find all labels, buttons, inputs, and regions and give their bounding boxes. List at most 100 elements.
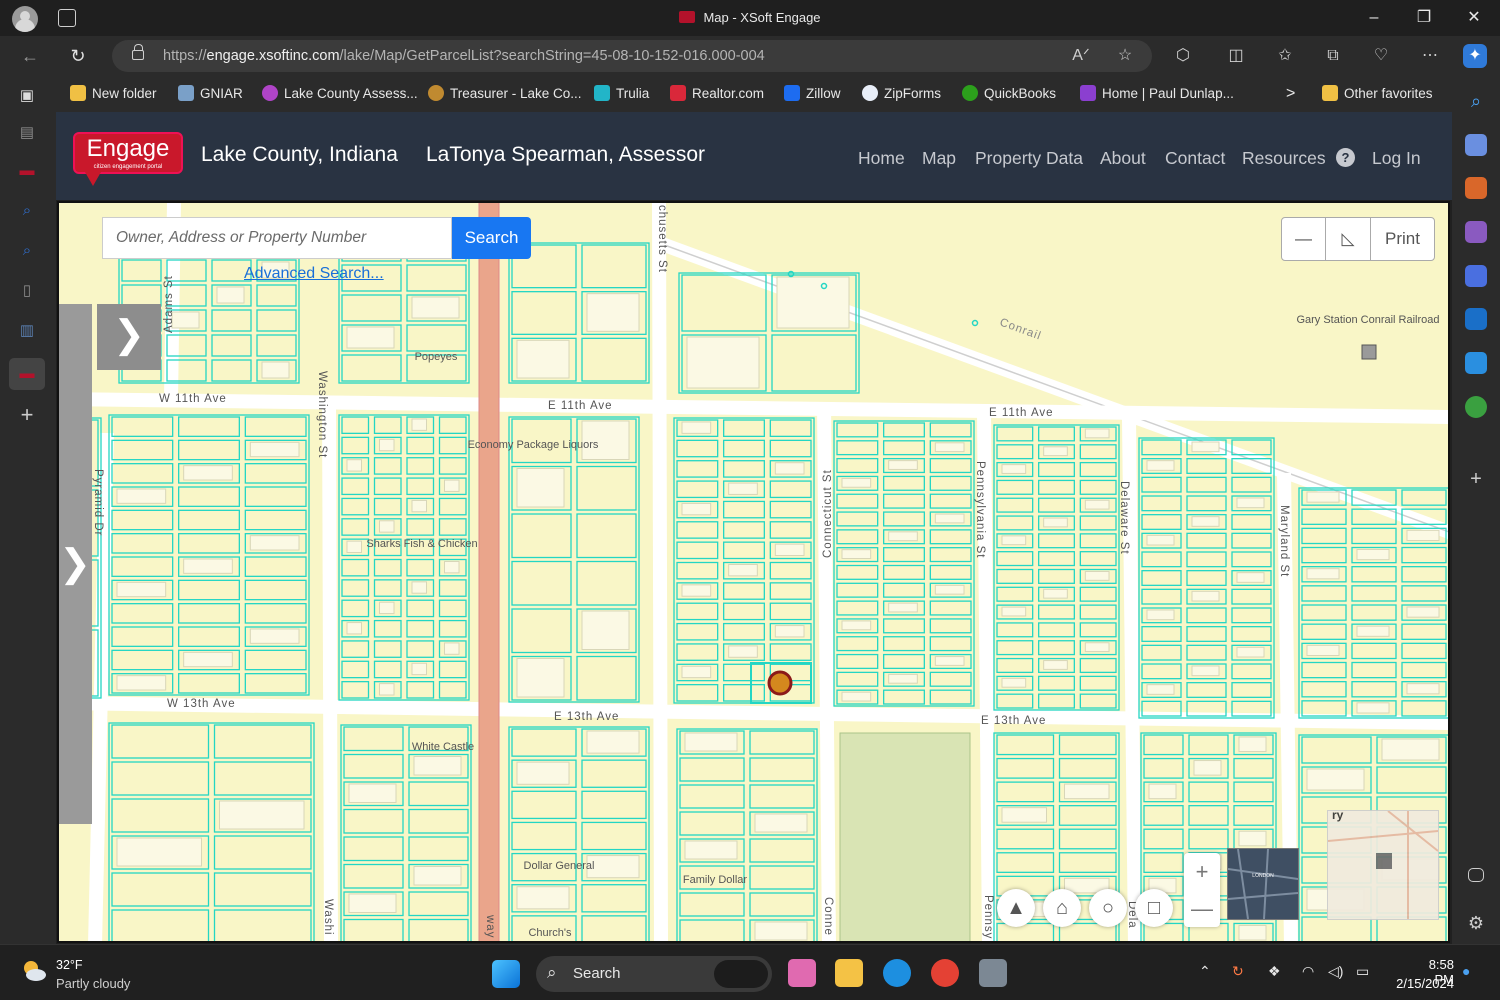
fav-lake-county-assessor[interactable]: Lake County Assess... (262, 84, 418, 104)
fav-new-folder[interactable]: New folder (70, 84, 157, 104)
building-footprint (346, 459, 362, 472)
restore-icon[interactable]: ❐ (1414, 8, 1434, 28)
side-panel-toggle[interactable]: ❯ (59, 304, 92, 824)
favorites-icon[interactable]: ✩ (1273, 44, 1297, 68)
circle-select-icon[interactable]: ○ (1089, 889, 1127, 927)
more-menu-icon[interactable]: ⋯ (1418, 44, 1442, 68)
chrome-taskbar-icon[interactable] (931, 959, 959, 987)
file-explorer-icon[interactable] (835, 959, 863, 987)
nav-resources[interactable]: Resources (1242, 148, 1326, 169)
building-footprint (219, 800, 305, 830)
search-button[interactable]: Search (452, 217, 531, 259)
close-icon[interactable]: ✕ (1464, 8, 1484, 28)
tools-icon[interactable] (1465, 177, 1487, 199)
parcel-location-marker[interactable] (767, 670, 793, 696)
search-tab-icon-2[interactable]: ⌕ (16, 240, 38, 262)
building-footprint (346, 622, 362, 635)
sync-icon[interactable]: ↻ (1232, 963, 1244, 980)
wifi-icon[interactable]: ◠ (1302, 963, 1314, 980)
add-sidebar-app-icon[interactable]: + (1465, 468, 1487, 490)
nav-contact[interactable]: Contact (1165, 148, 1225, 169)
copilot-taskbar-icon[interactable] (788, 959, 816, 987)
fav-other-favorites[interactable]: Other favorites (1322, 84, 1433, 104)
nav-home[interactable]: Home (858, 148, 905, 169)
nav-property-data[interactable]: Property Data (975, 148, 1083, 169)
layers-panel-toggle[interactable]: ❯ (97, 304, 161, 370)
browser-essentials-icon[interactable]: ♡ (1369, 44, 1393, 68)
games-icon[interactable] (1465, 221, 1487, 243)
outlook-icon[interactable] (1465, 308, 1487, 330)
building-footprint (1306, 568, 1340, 580)
building-tab-icon[interactable]: ▥ (16, 320, 38, 342)
compass-icon[interactable]: ▲ (997, 889, 1035, 927)
favorite-star-icon[interactable]: ☆ (1113, 44, 1137, 68)
windows-start-icon[interactable] (492, 960, 520, 988)
sidebar-toggle-icon[interactable]: ▣ (16, 85, 38, 107)
fav-trulia[interactable]: Trulia (594, 84, 649, 104)
rectangle-select-icon[interactable]: □ (1135, 889, 1173, 927)
collections-icon[interactable]: ⧉ (1321, 44, 1345, 68)
edge-taskbar-icon[interactable] (883, 959, 911, 987)
copilot-side-icon[interactable] (1465, 265, 1487, 287)
place-family-dollar: Family Dollar (683, 874, 748, 886)
minimize-icon[interactable]: – (1364, 8, 1384, 28)
refresh-icon[interactable]: ↻ (66, 44, 90, 68)
fav-realtor[interactable]: Realtor.com (670, 84, 764, 104)
fav-zillow[interactable]: Zillow (784, 84, 841, 104)
extensions-icon[interactable]: ⬡ (1171, 44, 1195, 68)
chevron-right-icon[interactable]: > (1286, 84, 1295, 104)
url-field[interactable]: https://engage.xsoftinc.com/lake/Map/Get… (112, 40, 1152, 72)
tree-icon[interactable] (1465, 396, 1487, 418)
dropbox-icon[interactable]: ❖ (1268, 963, 1281, 980)
nav-log-in[interactable]: Log In (1372, 148, 1421, 169)
zoom-out-button[interactable]: — (1184, 890, 1220, 927)
zoom-in-button[interactable]: + (1184, 853, 1220, 890)
read-aloud-icon[interactable]: Aᐟ (1069, 44, 1093, 68)
battery-icon[interactable]: ▭ (1356, 963, 1369, 980)
tray-chevron-icon[interactable]: ⌃ (1199, 963, 1211, 980)
copilot-icon[interactable]: ✦ (1463, 44, 1487, 68)
nav-map[interactable]: Map (922, 148, 956, 169)
building-footprint (888, 531, 918, 542)
fav-quickbooks[interactable]: QuickBooks (962, 84, 1056, 104)
engage-tab-icon[interactable]: ▬ (16, 160, 38, 182)
active-engage-tab-icon[interactable]: ▬ (9, 358, 45, 390)
fav-gniar[interactable]: GNIAR (178, 84, 243, 104)
clock-date[interactable]: 2/15/2024 (1380, 976, 1454, 991)
settings-gear-icon[interactable]: ⚙ (1465, 912, 1487, 934)
new-tab-plus-icon[interactable]: + (16, 404, 38, 426)
advanced-search-link[interactable]: Advanced Search... (244, 265, 384, 283)
search-icon[interactable]: ⌕ (1465, 90, 1487, 112)
print-button[interactable]: Print (1371, 218, 1434, 260)
notification-bell-icon[interactable]: ● (1462, 963, 1470, 979)
taskbar-search[interactable]: ⌕ Search (536, 956, 772, 992)
weather-description[interactable]: Partly cloudy (56, 976, 130, 991)
send-icon[interactable] (1465, 352, 1487, 374)
overview-map[interactable]: ry (1327, 808, 1439, 920)
tab-icon[interactable]: ▤ (16, 122, 38, 144)
split-screen-icon[interactable]: ◫ (1224, 44, 1248, 68)
nav-about[interactable]: About (1100, 148, 1146, 169)
parcel-map[interactable]: W 11th Ave E 11th Ave E 11th Ave W 13th … (57, 201, 1450, 943)
hide-sidebar-icon[interactable] (1468, 868, 1484, 882)
fav-treasurer[interactable]: Treasurer - Lake Co... (428, 84, 582, 104)
search-tab-icon[interactable]: ⌕ (16, 200, 38, 222)
home-extent-icon[interactable]: ⌂ (1043, 889, 1081, 927)
fav-paul-dunlap[interactable]: Home | Paul Dunlap... (1080, 84, 1234, 104)
fav-zipforms[interactable]: ZipForms (862, 84, 941, 104)
volume-icon[interactable]: ◁) (1328, 963, 1343, 980)
help-icon[interactable]: ? (1336, 148, 1355, 167)
basemap-toggle-thumbnail[interactable]: LONDON (1227, 848, 1299, 920)
shopping-icon[interactable] (1465, 134, 1487, 156)
camera-taskbar-icon[interactable] (979, 959, 1007, 987)
taskbar-search-label: Search (573, 965, 621, 982)
back-icon[interactable]: ← (18, 44, 42, 68)
engage-logo[interactable]: Engage citizen engagement portal (73, 132, 183, 186)
measure-area-icon[interactable]: ◺ (1326, 218, 1371, 260)
weather-temperature[interactable]: 32°F (56, 958, 83, 972)
windows-taskbar: 32°F Partly cloudy ⌕ Search ⌃ ↻ ❖ ◠ ◁) ▭… (0, 944, 1500, 1000)
measure-line-icon[interactable]: — (1282, 218, 1326, 260)
map-canvas[interactable]: W 11th Ave E 11th Ave E 11th Ave W 13th … (59, 203, 1450, 943)
property-search-input[interactable] (103, 218, 451, 258)
document-tab-icon[interactable]: ▯ (16, 280, 38, 302)
